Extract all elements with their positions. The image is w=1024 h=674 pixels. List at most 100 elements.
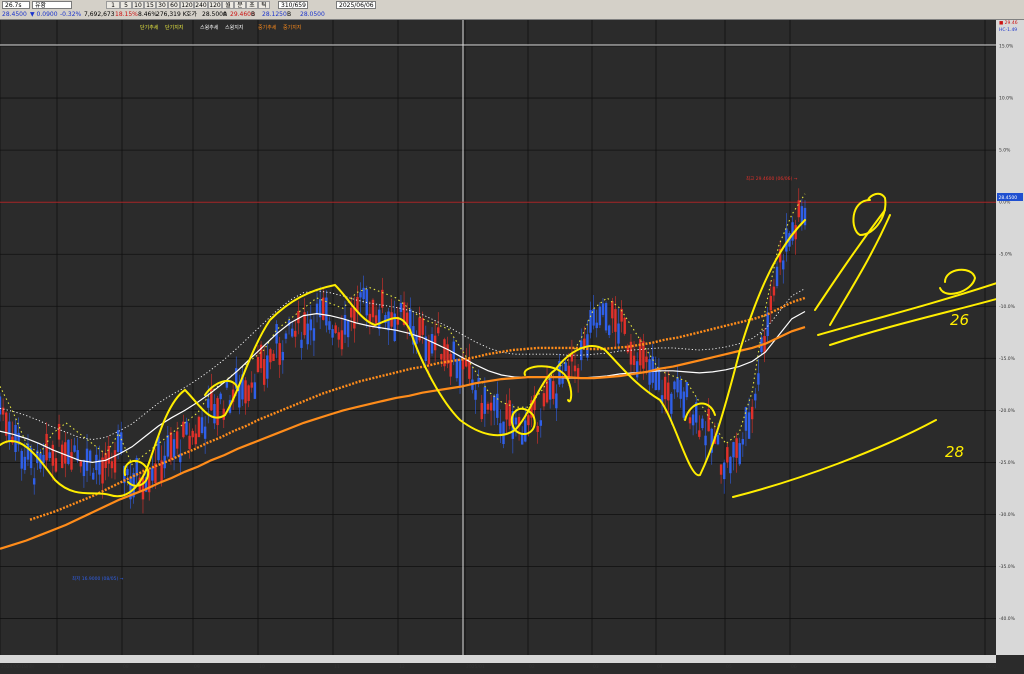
candle-body [722, 462, 726, 480]
period-120-button[interactable]: 120 [180, 1, 194, 9]
candle-body [663, 376, 667, 400]
candle-body [219, 393, 222, 400]
candle-body [281, 351, 285, 361]
candle-body [269, 349, 272, 363]
candle-body [750, 406, 754, 420]
candle-body [0, 396, 2, 415]
candle-body [744, 407, 748, 431]
pct2-value: 18.15% [115, 11, 138, 18]
candle-body [126, 469, 129, 476]
candle-body [635, 361, 639, 378]
legend-item-short-trend: 단기추세 [140, 24, 159, 31]
candle-body [679, 380, 682, 399]
candle-body [1, 407, 5, 415]
period-15-button[interactable]: 15 [144, 1, 156, 9]
candle-body [32, 478, 36, 485]
period-240-button[interactable]: 240 [194, 1, 208, 9]
candle-body [738, 443, 741, 465]
candle-body [64, 442, 67, 464]
candle-body [331, 329, 334, 338]
candle-body [294, 330, 297, 337]
candle-body [250, 382, 253, 388]
x-tick-label: 11 [334, 664, 340, 670]
name-field[interactable]: 유황 [32, 1, 72, 9]
tick-button[interactable]: 틱 [258, 1, 270, 9]
x-tick-label: 06 [791, 664, 797, 670]
candle-body [455, 358, 459, 379]
candle-body [673, 381, 676, 390]
low-value: 28.1250 [262, 11, 287, 18]
legend-item-short-support: 단기지지 [165, 24, 183, 31]
toolbar-row-1: 26.7s 유황 1 5 10 15 30 60 120 240 120 월 분… [0, 0, 1024, 10]
candle-body [284, 333, 288, 339]
candle-body [797, 200, 800, 218]
period-5-button[interactable]: 5 [120, 1, 132, 9]
x-tick-label: 12 [399, 664, 405, 670]
x-axis-svg: 2024/06/18(화) 07 08 09 10 11 12 2025/01 02 03 04 05… [1, 664, 999, 670]
candle-body [592, 308, 595, 326]
minute-button[interactable]: 분 [234, 1, 246, 9]
month-button[interactable]: 월 [222, 1, 234, 9]
x-axis: 2024/06/18(화) 07 08 09 10 11 12 2025/01 02 03 04 05… [0, 655, 999, 670]
candle-body [194, 433, 198, 445]
y-tick-label: -15.0% [999, 356, 1016, 362]
period-1-button[interactable]: 1 [106, 1, 120, 9]
candle-body [48, 452, 51, 459]
x-tick-label: 02 [529, 664, 535, 670]
candle-body [197, 416, 201, 438]
candle-body [300, 339, 303, 348]
candle-body [791, 222, 794, 241]
candle-body [452, 341, 455, 360]
code-input[interactable]: 26.7s [2, 1, 30, 9]
candle-body [564, 362, 567, 372]
chart-plot-area[interactable]: 26 28 단기추세 단기지지 스윙추세 스윙지지 중기추세 중기지지 최고 29… [0, 20, 1001, 655]
y-tick-label: -25.0% [999, 460, 1016, 466]
x-tick-label: 2025/01 [466, 664, 485, 670]
current-price-label: 28.4500 [999, 195, 1018, 201]
candle-body [595, 322, 598, 329]
x-tick-label: 09 [194, 664, 200, 670]
y-tick-label: -35.0% [999, 564, 1016, 570]
candle-body [645, 356, 648, 363]
x-tick-label: 06/06 [986, 664, 996, 670]
x-tick-label: 03 [593, 664, 599, 670]
candle-body [757, 373, 760, 385]
chart-window: 26.7s 유황 1 5 10 15 30 60 120 240 120 월 분… [0, 0, 1024, 670]
chart-svg[interactable]: 26 28 단기추세 단기지지 스윙추세 스윙지지 중기추세 중기지지 최고 29… [0, 20, 1001, 655]
candle-body [200, 417, 204, 434]
period-120b-button[interactable]: 120 [208, 1, 222, 9]
candle-body [514, 417, 518, 425]
candle-body [256, 356, 260, 373]
candle-body [350, 307, 353, 318]
legend-item-mid-support: 중기지지 [283, 24, 301, 31]
candle-body [421, 318, 424, 335]
low-label: B [251, 11, 256, 18]
y-tick-label: -20.0% [999, 408, 1016, 414]
candle-body [716, 434, 720, 445]
candle-body [110, 461, 114, 469]
count-field[interactable]: 310/659 [278, 1, 308, 9]
toolbar: 26.7s 유황 1 5 10 15 30 60 120 240 120 월 분… [0, 0, 1024, 20]
x-tick-label: 08 [123, 664, 129, 670]
candle-body [688, 417, 692, 424]
candle-body [486, 403, 490, 410]
candle-body [70, 452, 73, 470]
candle-body [306, 323, 309, 345]
second-button[interactable]: 초 [246, 1, 258, 9]
period-60-button[interactable]: 60 [168, 1, 180, 9]
candle-body [474, 390, 477, 400]
candle-body [732, 442, 735, 458]
candle-body [480, 402, 483, 420]
x-tick-label: 07 [58, 664, 64, 670]
period-10-button[interactable]: 10 [132, 1, 144, 9]
y-axis-ticks: 15.0%10.0%5.0%0.0%-5.0%-10.0%-15.0%-20.0… [999, 44, 1016, 623]
candle-body [88, 450, 92, 462]
bid-value: 28.0500 [300, 11, 325, 18]
candle-body [377, 309, 381, 330]
candle-body [244, 380, 247, 404]
x-tick-label: 2024/06/18(화) [1, 664, 35, 670]
date-field[interactable]: 2025/06/06 [336, 1, 376, 9]
period-30-button[interactable]: 30 [156, 1, 168, 9]
candle-body [747, 412, 751, 439]
y-tick-label: 10.0% [999, 96, 1014, 102]
